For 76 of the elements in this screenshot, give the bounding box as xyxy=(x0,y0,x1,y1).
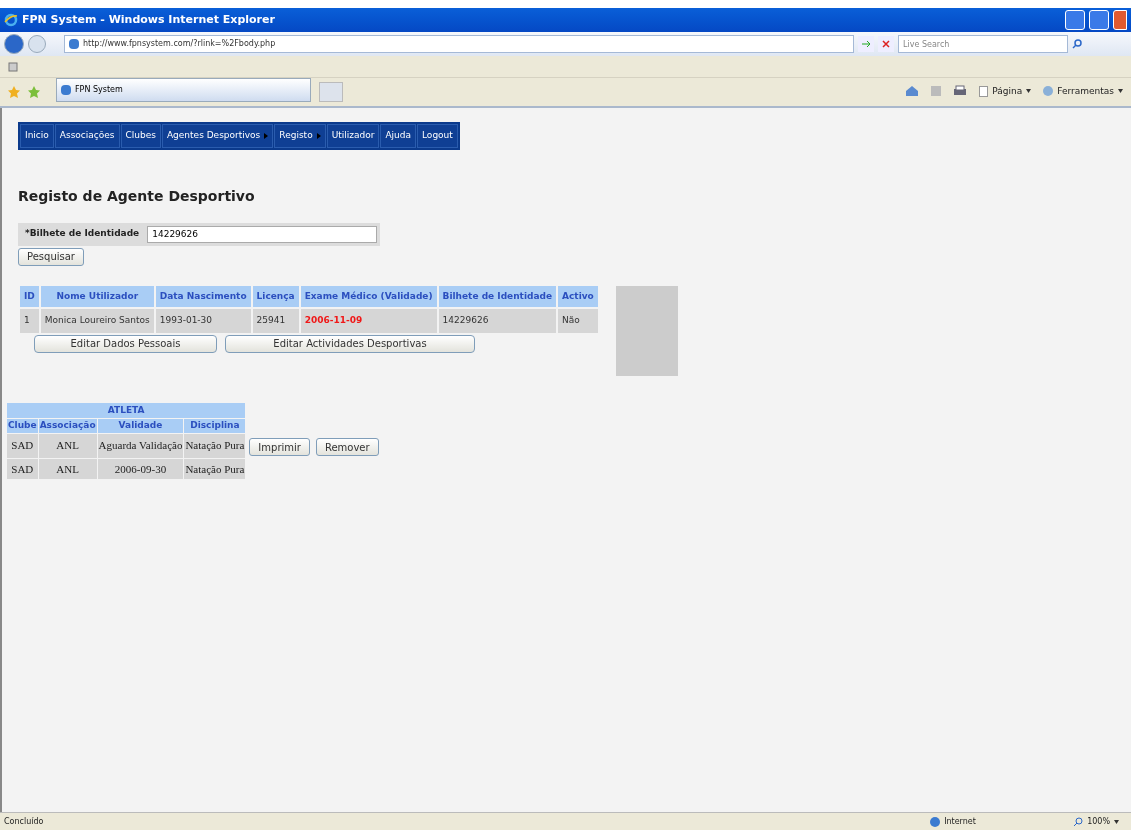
table-cell: Monica Loureiro Santos xyxy=(40,309,154,333)
address-field[interactable]: http://www.fpnsystem.com/?rlink=%2Fbody.php xyxy=(64,35,854,53)
printer-icon[interactable] xyxy=(953,85,968,98)
caret-icon xyxy=(1114,819,1119,824)
restore-button[interactable] xyxy=(1089,10,1109,30)
table-cell: 25941 xyxy=(252,309,299,333)
tab-title: FPN System xyxy=(75,84,123,96)
stop-button[interactable] xyxy=(878,36,894,52)
column-header: Clube xyxy=(7,419,38,433)
nav-menu-item[interactable]: Clubes xyxy=(120,124,161,148)
print-button[interactable]: Imprimir xyxy=(249,438,310,456)
home-icon[interactable] xyxy=(905,85,920,98)
window-title: FPN System - Windows Internet Explorer xyxy=(22,11,275,28)
remove-button[interactable]: Remover xyxy=(315,438,379,456)
command-menu[interactable]: Página xyxy=(979,84,1032,98)
close-icon xyxy=(882,40,890,48)
column-header: Licença xyxy=(252,285,299,307)
search-field[interactable]: Live Search xyxy=(898,35,1068,53)
column-header: Associação xyxy=(38,419,97,433)
table-cell: 2006-11-09 xyxy=(300,309,437,333)
zoom-level[interactable]: 100% xyxy=(1087,815,1110,828)
refresh-button[interactable] xyxy=(858,36,874,52)
column-header: Nome Utilizador xyxy=(40,285,154,307)
column-header: Validade xyxy=(97,419,184,433)
refresh-icon xyxy=(861,40,871,48)
new-tab-button[interactable] xyxy=(319,82,343,102)
table-cell: Natação Pura xyxy=(184,458,246,479)
table-cell: 1 xyxy=(20,309,39,333)
caret-icon xyxy=(1118,89,1123,94)
forward-button[interactable] xyxy=(28,35,46,53)
edit-sports-activities-button[interactable]: Editar Actividades Desportivas xyxy=(225,334,475,353)
field-label: *Bilhete de Identidade xyxy=(24,227,141,241)
nav-menu-item[interactable]: Registo xyxy=(274,124,326,148)
id-input-field[interactable]: 14229626 xyxy=(147,225,378,243)
column-header: Exame Médico (Validade) xyxy=(300,285,437,307)
nav-menu-item[interactable]: Utilizador xyxy=(326,124,380,148)
nav-menu-item[interactable]: Associações xyxy=(54,124,120,148)
column-header: Data Nascimento xyxy=(155,285,251,307)
column-header: ID xyxy=(20,285,39,307)
page-title: Registo de Agente Desportivo xyxy=(18,186,255,206)
table-cell: Natação Pura xyxy=(184,433,246,458)
magnifier-icon xyxy=(1074,817,1084,826)
table-cell: ANL xyxy=(38,458,97,479)
search-button[interactable]: Pesquisar xyxy=(18,247,84,266)
search-icon[interactable] xyxy=(1072,39,1082,49)
back-button[interactable] xyxy=(4,34,24,54)
submenu-arrow-icon xyxy=(316,132,321,139)
nav-menu-item[interactable]: Agentes Desportivos xyxy=(161,124,274,148)
browser-logo-icon xyxy=(4,13,18,27)
table-cell: ANL xyxy=(38,433,97,458)
status-text: Concluído xyxy=(4,815,44,828)
table-cell: 14229626 xyxy=(438,309,557,333)
table-cell: 2006-09-30 xyxy=(97,458,184,479)
caret-icon xyxy=(1026,89,1032,94)
column-header: Disciplina xyxy=(184,419,246,433)
nav-menu-item[interactable]: Logout xyxy=(417,124,458,148)
table-cell: SAD xyxy=(7,458,38,479)
command-menu[interactable]: Ferramentas xyxy=(1043,84,1123,98)
column-header: Bilhete de Identidade xyxy=(438,285,557,307)
submenu-arrow-icon xyxy=(264,132,269,139)
add-favorite-icon[interactable] xyxy=(28,86,40,98)
column-header: Activo xyxy=(558,285,598,307)
minimize-button[interactable] xyxy=(1065,10,1085,30)
browser-tab[interactable]: FPN System xyxy=(56,78,311,102)
edit-personal-data-button[interactable]: Editar Dados Pessoais xyxy=(34,334,217,353)
star-icon[interactable] xyxy=(8,86,20,98)
security-zone: Internet xyxy=(944,815,977,828)
group-header: ATLETA xyxy=(7,402,246,418)
close-button[interactable] xyxy=(1113,10,1127,30)
url-text: http://www.fpnsystem.com/?rlink=%2Fbody.php xyxy=(83,38,276,50)
table-cell: SAD xyxy=(7,433,38,458)
table-cell: Aguarda Validação xyxy=(97,433,184,458)
table-cell: Não xyxy=(558,309,598,333)
nav-menu-item[interactable]: Inicio xyxy=(20,124,54,148)
nav-menu-item[interactable]: Ajuda xyxy=(380,124,416,148)
table-cell: 1993-01-30 xyxy=(155,309,251,333)
